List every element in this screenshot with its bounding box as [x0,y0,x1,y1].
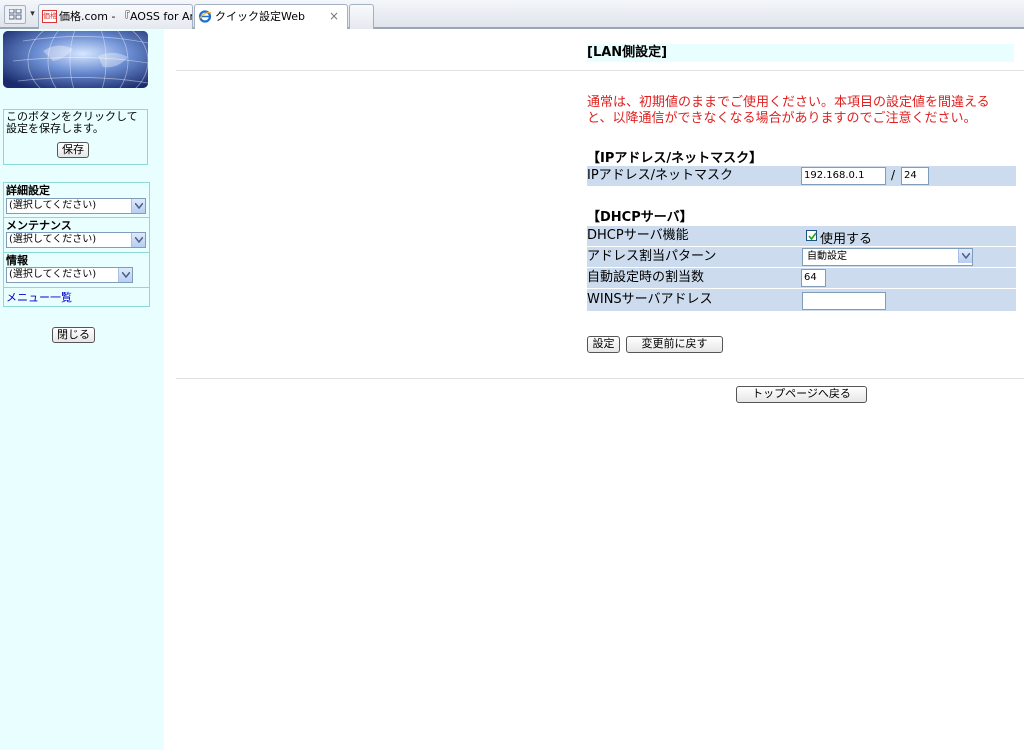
new-tab-button[interactable] [349,4,374,29]
tab-label: 価格.com - 『AOSS for Andr... [59,10,192,23]
address-pattern-label: アドレス割当パターン [587,249,717,264]
divider [4,252,149,253]
divider [176,70,1024,71]
dhcp-enable-label: 使用する [820,232,873,247]
set-button[interactable]: 設定 [587,336,620,353]
address-pattern-select[interactable]: 自動設定 [802,248,973,266]
auto-count-row: 自動設定時の割当数 64 [587,268,1016,288]
wins-label: WINSサーバアドレス [587,292,713,307]
maintenance-select[interactable]: (選択してください) [6,232,146,248]
ip-netmask-label: IPアドレス/ネットマスク [587,168,734,183]
chevron-down-icon [131,199,145,213]
menu-label-maintenance: メンテナンス [6,219,72,232]
page-title: [LAN側設定] [587,44,1014,62]
save-instructions: このボタンをクリックして設定を保存します。 [6,110,138,135]
auto-count-label: 自動設定時の割当数 [587,270,705,285]
ip-section-title: 【IPアドレス/ネットマスク】 [587,151,763,166]
checkmark-icon [808,232,817,241]
divider [4,217,149,218]
ip-netmask-row: IPアドレス/ネットマスク 192.168.0.1 / 24 [587,166,1016,186]
wins-row: WINSサーバアドレス [587,289,1016,311]
menu-label-advanced: 詳細設定 [6,184,50,197]
netmask-input[interactable]: 24 [901,167,929,185]
tab-kakaku[interactable]: 価格 価格.com - 『AOSS for Andr... [38,4,193,29]
quick-tabs-button[interactable] [4,5,26,24]
menu-list-link[interactable]: メニュー一覧 [6,289,72,305]
tab-quick-settings-web[interactable]: クイック設定Web × [194,4,348,29]
info-select[interactable]: (選択してください) [6,267,133,283]
select-value: (選択してください) [9,269,97,280]
menu-label-info: 情報 [6,254,28,267]
dhcp-function-row: DHCPサーバ機能 使用する [587,226,1016,247]
ie-icon [198,10,212,23]
advanced-settings-select[interactable]: (選択してください) [6,198,146,214]
close-button[interactable]: 閉じる [52,327,95,343]
tab-close-icon[interactable]: × [329,5,339,28]
menu-panel: 詳細設定 (選択してください) メンテナンス (選択してください) 情報 (選択… [3,182,150,307]
main-frame: [LAN側設定] 通常は、初期値のままでご使用ください。本項目の設定値を間違える… [164,29,1024,750]
dhcp-enable-checkbox[interactable] [806,230,817,241]
dhcp-section-title: 【DHCPサーバ】 [587,210,693,225]
warning-message: 通常は、初期値のままでご使用ください。本項目の設定値を間違えると、以降通信ができ… [587,95,990,126]
back-to-top-button[interactable]: トップページへ戻る [736,386,867,403]
save-button[interactable]: 保存 [57,142,89,158]
kakaku-favicon-icon: 価格 [42,10,57,23]
select-value: (選択してください) [9,200,97,211]
globe-logo [3,31,148,88]
select-value: (選択してください) [9,234,97,245]
chevron-down-icon [958,249,972,263]
browser-tab-strip: ▾ 価格 価格.com - 『AOSS for Andr... クイック設定We… [0,0,1024,29]
divider [176,378,1024,379]
divider [4,287,149,288]
grid-icon [9,9,22,20]
ip-address-input[interactable]: 192.168.0.1 [801,167,886,185]
select-value: 自動設定 [807,251,847,262]
left-nav-frame: このボタンをクリックして設定を保存します。 保存 詳細設定 (選択してください)… [0,29,164,750]
tab-label: クイック設定Web [215,10,305,23]
save-panel: このボタンをクリックして設定を保存します。 保存 [3,109,148,165]
dhcp-function-label: DHCPサーバ機能 [587,228,689,243]
chevron-down-icon [131,233,145,247]
address-pattern-row: アドレス割当パターン 自動設定 [587,247,1016,267]
wins-address-input[interactable] [802,292,886,310]
revert-button[interactable]: 変更前に戻す [626,336,723,353]
chevron-down-icon [118,268,132,282]
netmask-separator: / [891,168,896,182]
tab-list-dropdown[interactable]: ▾ [27,5,38,24]
auto-count-input[interactable]: 64 [801,269,826,287]
